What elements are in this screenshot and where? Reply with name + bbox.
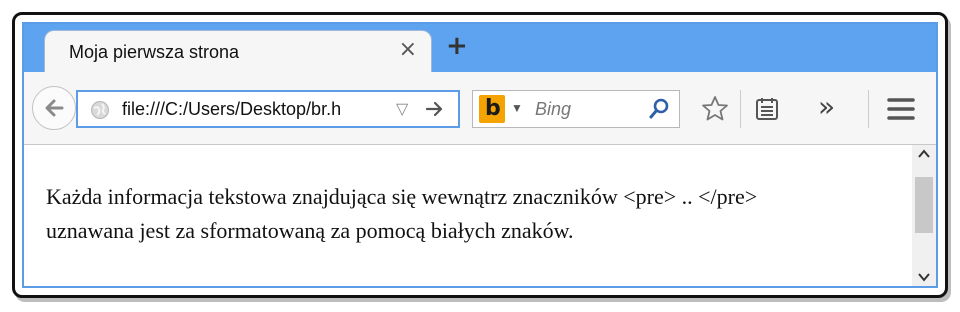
globe-icon [91, 101, 109, 119]
back-button[interactable] [32, 86, 76, 130]
tab-active[interactable]: Moja pierwsza strona × [44, 30, 432, 72]
address-bar[interactable]: file:///C:/Users/Desktop/br.h ▽ [76, 90, 460, 128]
bing-logo-icon[interactable]: b [479, 95, 505, 123]
bookmark-star-icon[interactable] [700, 94, 730, 124]
scroll-up-icon[interactable] [918, 149, 930, 159]
search-bar[interactable]: b ▼ Bing [472, 90, 680, 128]
content-line: uznawana jest za sformatowaną za pomocą … [46, 218, 574, 243]
vertical-scrollbar[interactable] [912, 145, 936, 286]
navigation-toolbar: file:///C:/Users/Desktop/br.h ▽ b ▼ Bing [24, 72, 936, 145]
history-dropdown-icon[interactable]: ▽ [396, 99, 408, 119]
toolbar-divider [868, 90, 869, 128]
search-icon[interactable] [647, 97, 671, 121]
content-line: Każda informacja tekstowa znajdująca się… [46, 184, 758, 209]
engine-dropdown-icon[interactable]: ▼ [511, 101, 523, 115]
scroll-down-icon[interactable] [918, 272, 930, 282]
arrow-left-icon [45, 99, 64, 117]
close-tab-icon[interactable]: × [399, 39, 417, 61]
url-text: file:///C:/Users/Desktop/br.h [122, 99, 342, 119]
browser-window: Moja pierwsza strona × + file:///C:/User… [22, 22, 938, 288]
reading-list-icon[interactable] [752, 94, 782, 124]
page-content: Każda informacja tekstowa znajdująca się… [46, 180, 906, 248]
tab-bar: Moja pierwsza strona × + [24, 24, 936, 72]
toolbar-divider [740, 90, 741, 128]
search-placeholder: Bing [535, 99, 572, 119]
hamburger-menu-icon[interactable] [886, 94, 916, 124]
overflow-menu-icon[interactable]: » [818, 90, 835, 123]
scroll-thumb[interactable] [915, 177, 933, 233]
screenshot-frame: Moja pierwsza strona × + file:///C:/User… [12, 12, 948, 298]
tab-title: Moja pierwsza strona [69, 42, 240, 62]
new-tab-button[interactable]: + [446, 32, 468, 60]
go-arrow-icon[interactable] [424, 98, 446, 120]
